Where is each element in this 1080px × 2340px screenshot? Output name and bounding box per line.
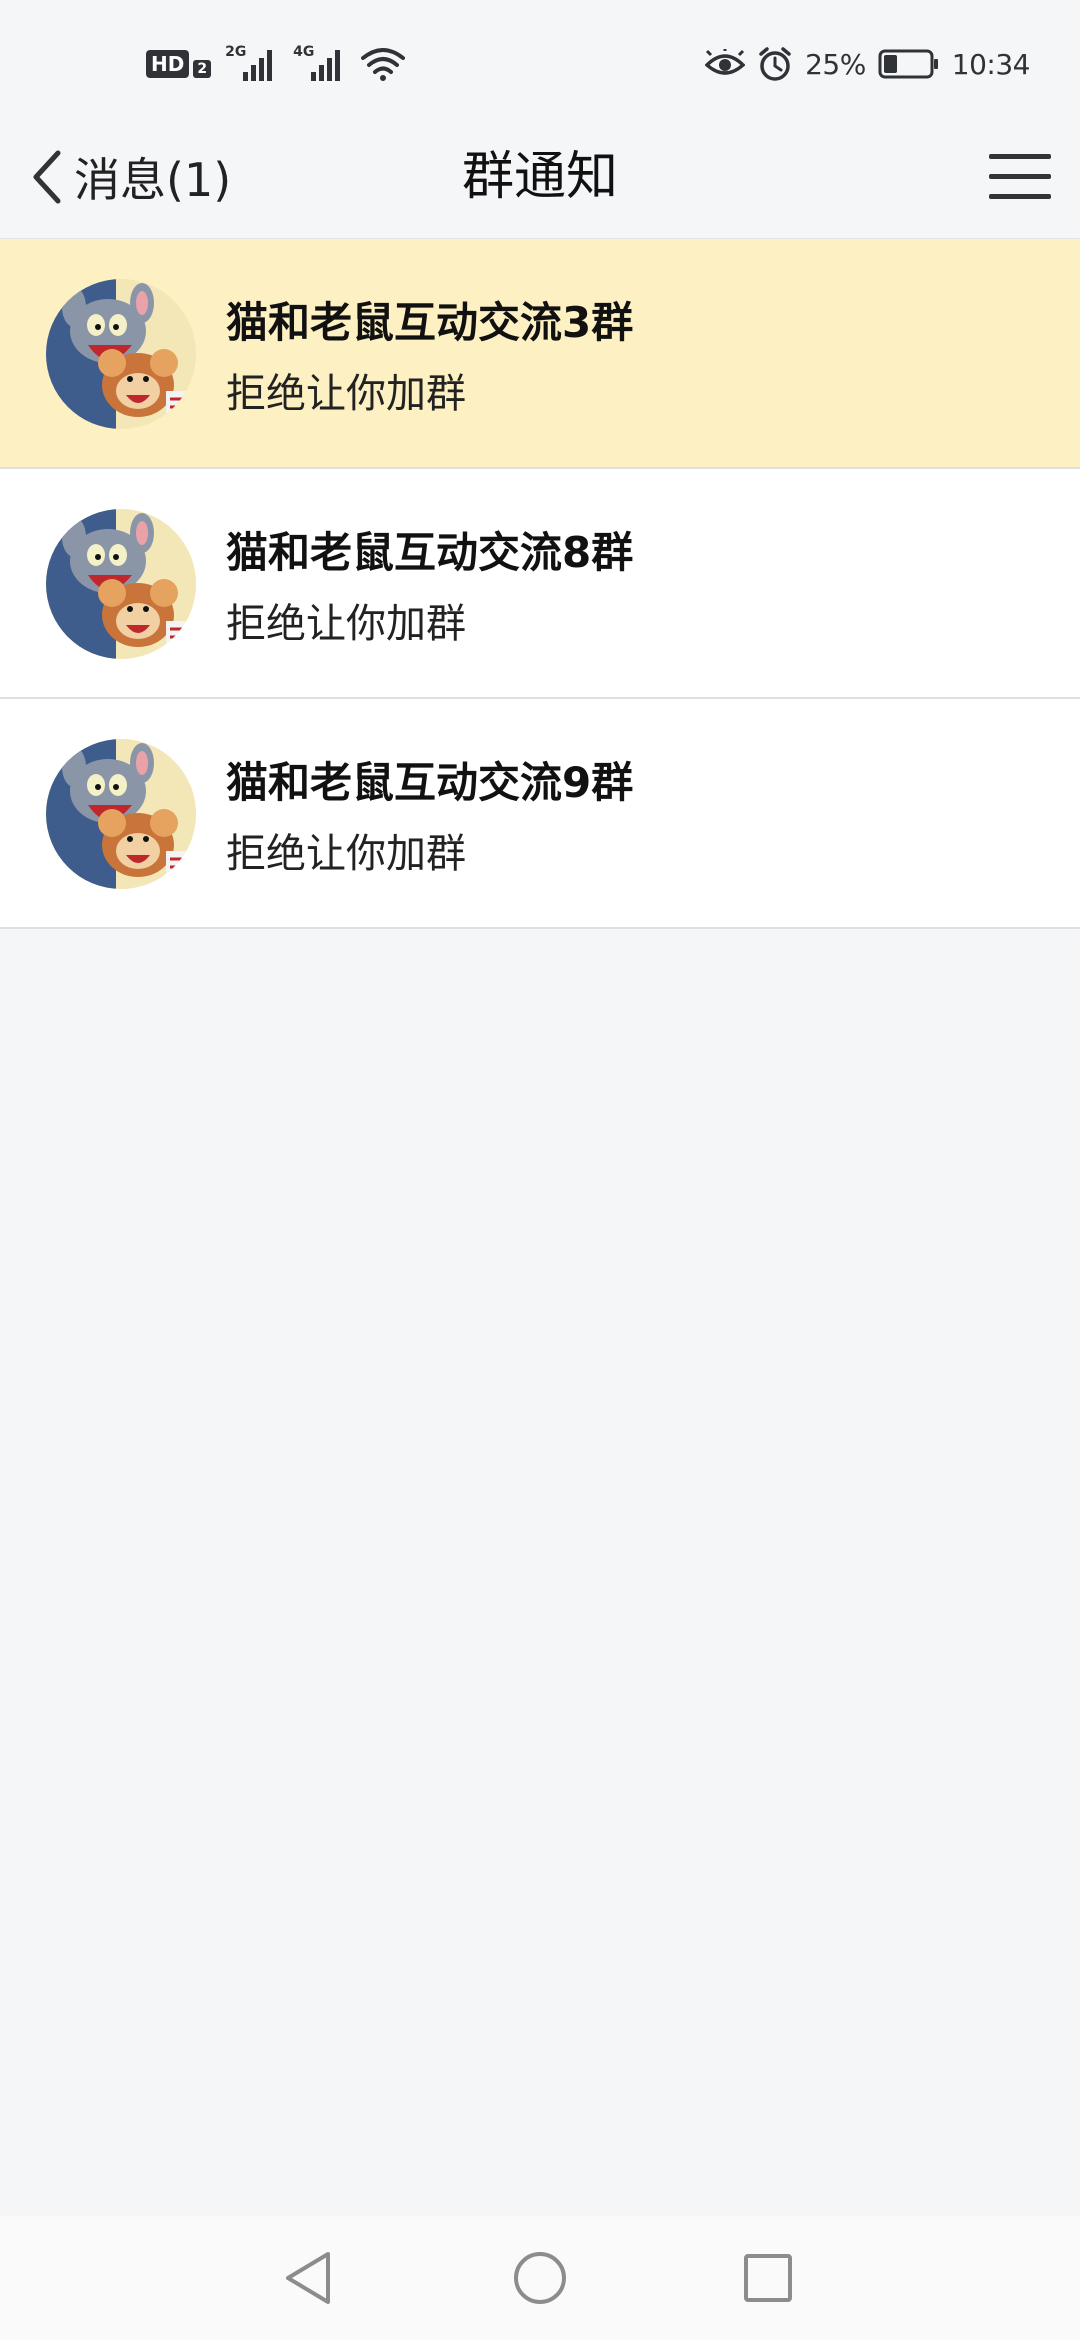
nav-recents-button[interactable]: [728, 2238, 808, 2318]
group-avatar: [46, 509, 196, 659]
menu-button[interactable]: [988, 142, 1052, 212]
top-app-bar: 消息(1) 群通知: [0, 120, 1080, 239]
notice-status: 拒绝让你加群: [226, 831, 466, 877]
group-avatar: [46, 279, 196, 429]
group-avatar: [46, 739, 196, 889]
hd-label: HD: [146, 50, 190, 78]
notice-status: 拒绝让你加群: [226, 371, 466, 417]
back-label: 消息(1): [74, 153, 232, 207]
status-right: 25% 10:34: [705, 44, 1031, 84]
clock-time: 10:34: [951, 47, 1031, 81]
chevron-left-icon: [33, 150, 61, 204]
hd-icon: HD 2: [146, 50, 212, 78]
hamburger-menu-icon: [989, 154, 1051, 199]
battery-percent: 25%: [805, 47, 866, 81]
status-left: HD 2 2G 4G: [146, 44, 406, 84]
home-circle-icon: [514, 2252, 566, 2304]
status-bar: HD 2 2G 4G 25% 10:34: [0, 0, 1080, 120]
nav-back-button[interactable]: [268, 2238, 348, 2318]
back-button[interactable]: 消息(1): [28, 142, 231, 212]
list-item[interactable]: 猫和老鼠互动交流8群 拒绝让你加群: [0, 469, 1080, 699]
back-triangle-icon: [286, 2252, 330, 2304]
group-name: 猫和老鼠互动交流9群: [226, 758, 634, 807]
signal-icon: 4G: [293, 44, 347, 84]
nav-home-button[interactable]: [500, 2238, 580, 2318]
eye-icon: [705, 49, 746, 75]
group-name: 猫和老鼠互动交流8群: [226, 528, 634, 577]
battery-icon: [878, 49, 938, 79]
recents-square-icon: [744, 2254, 792, 2302]
group-notice-list: 猫和老鼠互动交流3群 拒绝让你加群 猫和老鼠互动交流8群 拒绝让你加群 猫和老鼠…: [0, 239, 1080, 929]
list-item[interactable]: 猫和老鼠互动交流3群 拒绝让你加群: [0, 239, 1080, 469]
hd-sub-label: 2: [193, 60, 212, 78]
alarm-icon: [759, 47, 791, 81]
list-item[interactable]: 猫和老鼠互动交流9群 拒绝让你加群: [0, 699, 1080, 929]
system-nav-bar: [0, 2216, 1080, 2340]
wifi-icon: [361, 48, 406, 81]
notice-status: 拒绝让你加群: [226, 601, 466, 647]
group-name: 猫和老鼠互动交流3群: [226, 298, 634, 347]
signal-icon: 2G: [225, 44, 279, 84]
